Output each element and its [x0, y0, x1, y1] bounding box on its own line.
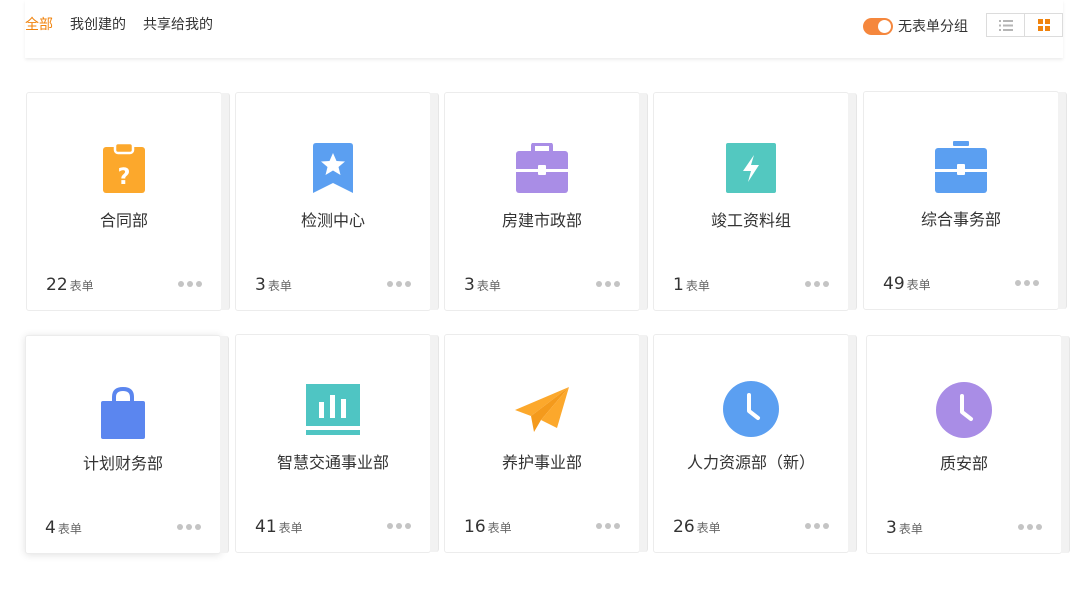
more-options-icon[interactable] [1018, 524, 1042, 530]
card-form-count: 1 表单 [673, 275, 710, 295]
card-title: 养护事业部 [501, 453, 582, 472]
no-group-toggle-wrap: 无表单分组 [863, 16, 968, 36]
tab-shared-with-me[interactable]: 共享给我的 [143, 16, 213, 34]
briefcase-icon [932, 138, 990, 196]
card-title: 计划财务部 [82, 454, 163, 473]
more-options-icon[interactable] [177, 524, 201, 530]
form-group-card[interactable]: 智慧交通事业部 41 表单 [235, 334, 439, 553]
more-options-icon[interactable] [1015, 280, 1039, 286]
more-options-icon[interactable] [387, 523, 411, 529]
card-title: 竣工资料组 [710, 211, 791, 230]
card-title: 房建市政部 [501, 211, 582, 230]
card-form-count: 3 表单 [464, 275, 501, 295]
card-title: 合同部 [99, 211, 148, 230]
card-title: 综合事务部 [920, 210, 1001, 229]
grid-view-button[interactable] [1025, 14, 1062, 36]
card-form-count: 41 表单 [255, 517, 303, 537]
card-title: 检测中心 [300, 211, 365, 230]
more-options-icon[interactable] [596, 523, 620, 529]
bar-chart-icon [304, 381, 362, 439]
more-options-icon[interactable] [387, 281, 411, 287]
no-group-toggle-label: 无表单分组 [898, 19, 968, 35]
lightning-icon [722, 139, 780, 197]
clipboard-question-icon: ? [95, 139, 153, 197]
filter-tabs: 全部 我创建的 共享给我的 [25, 16, 213, 34]
no-group-toggle[interactable] [863, 17, 893, 35]
card-form-count: 3 表单 [886, 518, 923, 538]
form-group-card[interactable]: 房建市政部 3 表单 [444, 92, 648, 311]
view-mode-switch [986, 13, 1063, 37]
form-group-card[interactable]: 综合事务部 49 表单 [863, 91, 1067, 310]
card-form-count: 22 表单 [46, 275, 94, 295]
more-options-icon[interactable] [596, 281, 620, 287]
svg-text:?: ? [118, 165, 131, 190]
card-title: 人力资源部（新） [686, 453, 815, 472]
more-options-icon[interactable] [178, 281, 202, 287]
form-group-card[interactable]: 人力资源部（新） 26 表单 [653, 334, 857, 553]
card-form-count: 49 表单 [883, 274, 931, 294]
grid-icon [1037, 19, 1050, 31]
form-group-card[interactable]: 质安部 3 表单 [866, 335, 1070, 554]
form-group-card[interactable]: 检测中心 3 表单 [235, 92, 439, 311]
paper-plane-icon [513, 381, 571, 439]
form-group-card[interactable]: 计划财务部 4 表单 [25, 335, 229, 554]
card-form-count: 3 表单 [255, 275, 292, 295]
card-title: 智慧交通事业部 [276, 453, 389, 472]
form-group-card[interactable]: 养护事业部 16 表单 [444, 334, 648, 553]
card-form-count: 4 表单 [45, 518, 82, 538]
card-form-count: 16 表单 [464, 517, 512, 537]
bookmark-star-icon [304, 139, 362, 197]
more-options-icon[interactable] [805, 523, 829, 529]
briefcase-icon [513, 139, 571, 197]
clock-icon [722, 380, 780, 438]
clock-icon [935, 381, 993, 439]
top-bar: 全部 我创建的 共享给我的 无表单分组 [25, 0, 1063, 58]
more-options-icon[interactable] [805, 281, 829, 287]
card-title: 质安部 [939, 454, 988, 473]
shopping-bag-icon [94, 384, 152, 442]
tab-created-by-me[interactable]: 我创建的 [70, 16, 126, 34]
card-form-count: 26 表单 [673, 517, 721, 537]
tab-all[interactable]: 全部 [25, 16, 53, 34]
list-view-button[interactable] [987, 14, 1025, 36]
form-group-card[interactable]: 竣工资料组 1 表单 [653, 92, 857, 311]
list-icon [998, 19, 1013, 31]
form-group-card[interactable]: ? 合同部 22 表单 [26, 92, 230, 311]
